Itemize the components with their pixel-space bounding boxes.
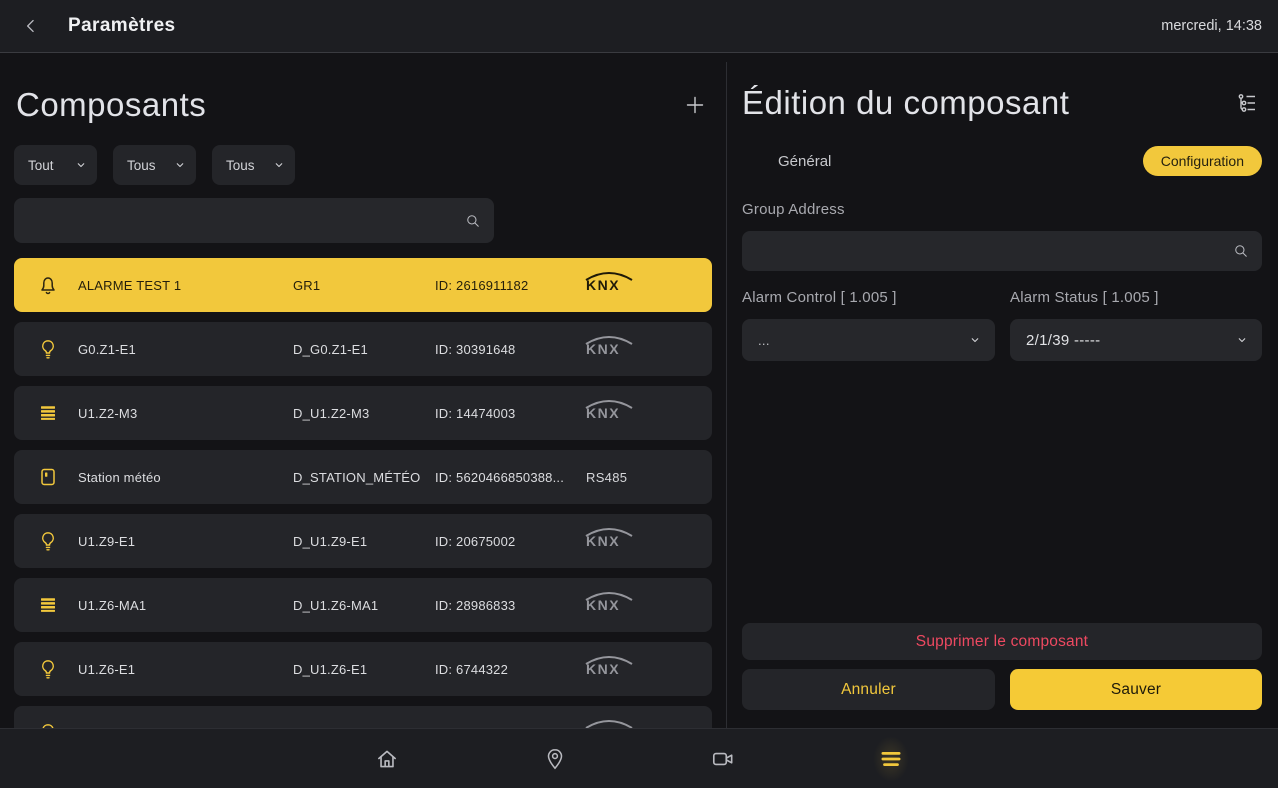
- scrollbar-track[interactable]: [1270, 53, 1278, 728]
- top-bar: Paramètres mercredi, 14:38: [0, 0, 1278, 53]
- component-row[interactable]: Station météo D_STATION_MÉTÉO ID: 562046…: [14, 450, 712, 504]
- hierarchy-list-icon: [1235, 91, 1259, 115]
- lightbulb-icon: [36, 721, 60, 728]
- alarm-status-label: Alarm Status [ 1.005 ]: [1010, 289, 1159, 306]
- group-address-label: Group Address: [742, 201, 845, 218]
- cancel-button[interactable]: Annuler: [742, 669, 995, 710]
- bell-icon: [36, 273, 60, 297]
- knx-arc-icon: [583, 719, 635, 728]
- components-search-input[interactable]: [14, 198, 464, 243]
- components-panel: Composants Tout Tous Tous ALARME TEST 1 …: [0, 53, 726, 728]
- components-list: ALARME TEST 1 GR1 ID: 2616911182 KNX ® G…: [14, 258, 712, 728]
- component-row[interactable]: U1.Z6-E1 D_U1.Z6-E1 ID: 6744322 KNX ®: [14, 642, 712, 696]
- components-search: [14, 198, 494, 243]
- knx-arc-icon: [583, 591, 635, 601]
- back-button[interactable]: [16, 11, 46, 41]
- protocol-badge: KNX ®: [586, 598, 712, 612]
- tab-general[interactable]: Général: [778, 153, 831, 170]
- page-title: Paramètres: [68, 15, 176, 37]
- nav-menu[interactable]: [873, 736, 909, 782]
- nav-home[interactable]: [369, 736, 405, 782]
- nav-cameras[interactable]: [705, 736, 741, 782]
- datetime-label: mercredi, 14:38: [1161, 18, 1262, 34]
- lightbulb-icon: [36, 529, 60, 553]
- lightbulb-icon: [36, 657, 60, 681]
- hierarchy-list-button[interactable]: [1232, 88, 1262, 118]
- chevron-down-icon: [969, 334, 981, 346]
- location-pin-icon: [542, 746, 568, 772]
- filter-dropdown-3[interactable]: Tous: [212, 145, 295, 185]
- components-title: Composants: [16, 86, 206, 124]
- search-icon: [1232, 242, 1250, 260]
- search-icon: [464, 212, 482, 230]
- knx-arc-icon: [583, 335, 635, 345]
- editor-title: Édition du composant: [742, 84, 1069, 122]
- knx-arc-icon: [583, 655, 635, 665]
- chevron-down-icon: [273, 159, 285, 171]
- delete-component-button[interactable]: Supprimer le composant: [742, 623, 1262, 660]
- filter-dropdown-2[interactable]: Tous: [113, 145, 196, 185]
- alarm-control-select[interactable]: ...: [742, 319, 995, 361]
- protocol-badge: KNX ®: [586, 342, 712, 356]
- group-address-search: [742, 231, 1262, 271]
- chevron-down-icon: [174, 159, 186, 171]
- bottom-nav: [0, 728, 1278, 788]
- knx-arc-icon: [583, 527, 635, 537]
- knx-arc-icon: [583, 271, 635, 281]
- component-row[interactable]: G0.Z1-E1 D_G0.Z1-E1 ID: 30391648 KNX ®: [14, 322, 712, 376]
- plus-icon: [683, 93, 707, 117]
- component-row[interactable]: U1.Z2-M3 D_U1.Z2-M3 ID: 14474003 KNX ®: [14, 386, 712, 440]
- component-filters: Tout Tous Tous: [14, 145, 295, 185]
- component-row[interactable]: ALARME TEST 1 GR1 ID: 2616911182 KNX ®: [14, 258, 712, 312]
- protocol-badge: KNX ®: [586, 406, 712, 420]
- add-component-button[interactable]: [678, 88, 712, 122]
- save-button[interactable]: Sauver: [1010, 669, 1262, 710]
- component-row[interactable]: U1.Z9-E1 D_U1.Z9-E1 ID: 20675002 KNX ®: [14, 514, 712, 568]
- protocol-badge: KNX ®: [586, 662, 712, 676]
- alarm-status-select[interactable]: 2/1/39 -----: [1010, 319, 1262, 361]
- knx-arc-icon: [583, 399, 635, 409]
- menu-icon: [878, 746, 904, 772]
- protocol-badge: KNX ®: [586, 278, 712, 292]
- home-icon: [374, 746, 400, 772]
- component-editor-panel: Édition du composant Général Configurati…: [727, 53, 1278, 728]
- filter-dropdown-1[interactable]: Tout: [14, 145, 97, 185]
- video-camera-icon: [710, 746, 736, 772]
- chevron-down-icon: [1236, 334, 1248, 346]
- lightbulb-icon: [36, 337, 60, 361]
- protocol-badge: KNX ®: [586, 534, 712, 548]
- group-address-search-input[interactable]: [742, 231, 1232, 271]
- protocol-badge: RS485 ®: [586, 471, 712, 484]
- blinds-icon: [36, 593, 60, 617]
- tab-configuration[interactable]: Configuration: [1143, 146, 1262, 176]
- blinds-icon: [36, 401, 60, 425]
- alarm-control-label: Alarm Control [ 1.005 ]: [742, 289, 897, 306]
- chevron-left-icon: [21, 16, 41, 36]
- nav-locations[interactable]: [537, 736, 573, 782]
- chevron-down-icon: [75, 159, 87, 171]
- device-icon: [36, 465, 60, 489]
- component-row[interactable]: U1.Z6-MA1 D_U1.Z6-MA1 ID: 28986833 KNX ®: [14, 578, 712, 632]
- component-row[interactable]: KNX ®: [14, 706, 712, 728]
